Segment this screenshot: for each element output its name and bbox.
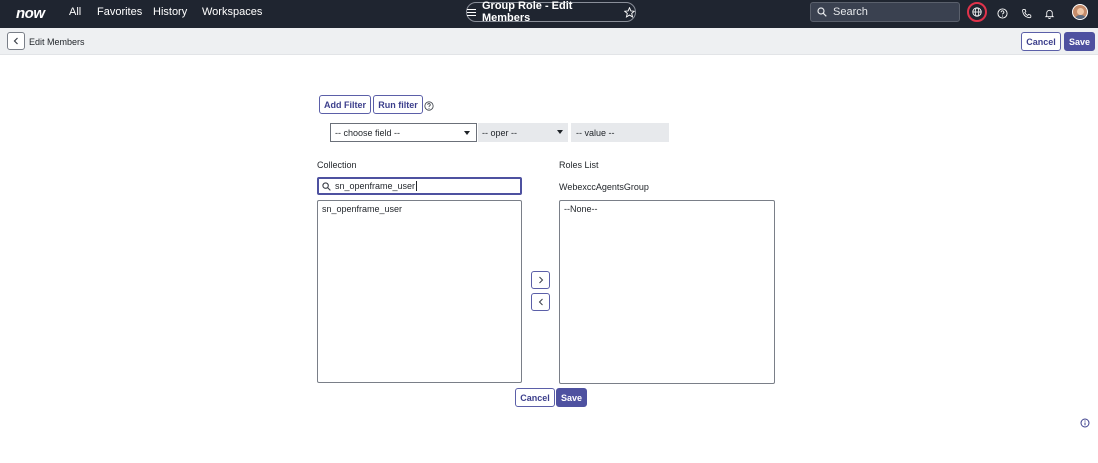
top-navigation-bar: now All Favorites History Workspaces Gro… (0, 0, 1098, 28)
collection-listbox[interactable]: sn_openframe_user (317, 200, 522, 383)
nav-workspaces[interactable]: Workspaces (202, 6, 262, 18)
form-header: Edit Members Cancel Save (0, 28, 1098, 55)
page-title: Group Role - Edit Members (482, 0, 573, 24)
remove-from-roles-button[interactable] (531, 293, 550, 311)
info-icon (1080, 418, 1090, 428)
list-item[interactable]: --None-- (564, 204, 770, 215)
roles-list-label: Roles List (559, 160, 599, 170)
operator-value: -- oper -- (482, 127, 518, 138)
choose-field-value: -- choose field -- (335, 127, 401, 138)
servicenow-logo[interactable]: now (16, 5, 45, 22)
notifications-button[interactable] (1040, 4, 1058, 22)
chevron-right-icon (538, 276, 543, 284)
user-avatar[interactable] (1072, 4, 1088, 20)
context-title-pill[interactable]: Group Role - Edit Members (466, 0, 636, 24)
footer-save-button[interactable]: Save (556, 388, 587, 407)
roles-listbox[interactable]: --None-- (559, 200, 775, 384)
list-icon (467, 8, 476, 16)
header-cancel-button[interactable]: Cancel (1021, 32, 1061, 51)
run-filter-button[interactable]: Run filter (373, 95, 423, 114)
collection-label: Collection (317, 160, 357, 170)
group-name: WebexccAgentsGroup (559, 182, 649, 192)
globe-icon (972, 7, 982, 17)
footer-cancel-button[interactable]: Cancel (515, 388, 555, 407)
operator-select[interactable]: -- oper -- (478, 123, 568, 142)
search-icon (322, 181, 331, 191)
star-icon[interactable] (624, 6, 635, 18)
search-icon (817, 7, 827, 17)
chevron-left-icon (13, 37, 18, 45)
help-circle-icon (996, 7, 1008, 19)
help-button[interactable] (993, 4, 1011, 22)
form-title: Edit Members (29, 37, 85, 47)
caret-down-icon (557, 130, 563, 134)
nav-all[interactable]: All (69, 6, 81, 18)
search-placeholder: Search (833, 6, 868, 18)
phone-button[interactable] (1017, 4, 1035, 22)
back-button[interactable] (7, 32, 25, 50)
add-to-roles-button[interactable] (531, 271, 550, 289)
header-save-button[interactable]: Save (1064, 32, 1095, 51)
filter-help-button[interactable] (424, 98, 434, 116)
collection-search-value: sn_openframe_user (335, 180, 416, 191)
add-filter-button[interactable]: Add Filter (319, 95, 371, 114)
phone-icon (1021, 8, 1031, 18)
filter-value-placeholder: -- value -- (576, 127, 615, 138)
list-item[interactable]: sn_openframe_user (322, 204, 517, 215)
global-search[interactable]: Search (810, 2, 960, 22)
info-button[interactable] (1080, 415, 1090, 433)
choose-field-select[interactable]: -- choose field -- (330, 123, 477, 142)
language-button[interactable] (967, 2, 987, 22)
filter-value-input[interactable]: -- value -- (571, 123, 669, 142)
nav-favorites[interactable]: Favorites (97, 6, 142, 18)
chevron-left-icon (538, 298, 543, 306)
collection-search-input[interactable]: sn_openframe_user (317, 177, 522, 195)
bell-icon (1044, 9, 1054, 19)
caret-down-icon (464, 131, 470, 135)
help-circle-icon (424, 101, 434, 111)
nav-history[interactable]: History (153, 6, 187, 18)
